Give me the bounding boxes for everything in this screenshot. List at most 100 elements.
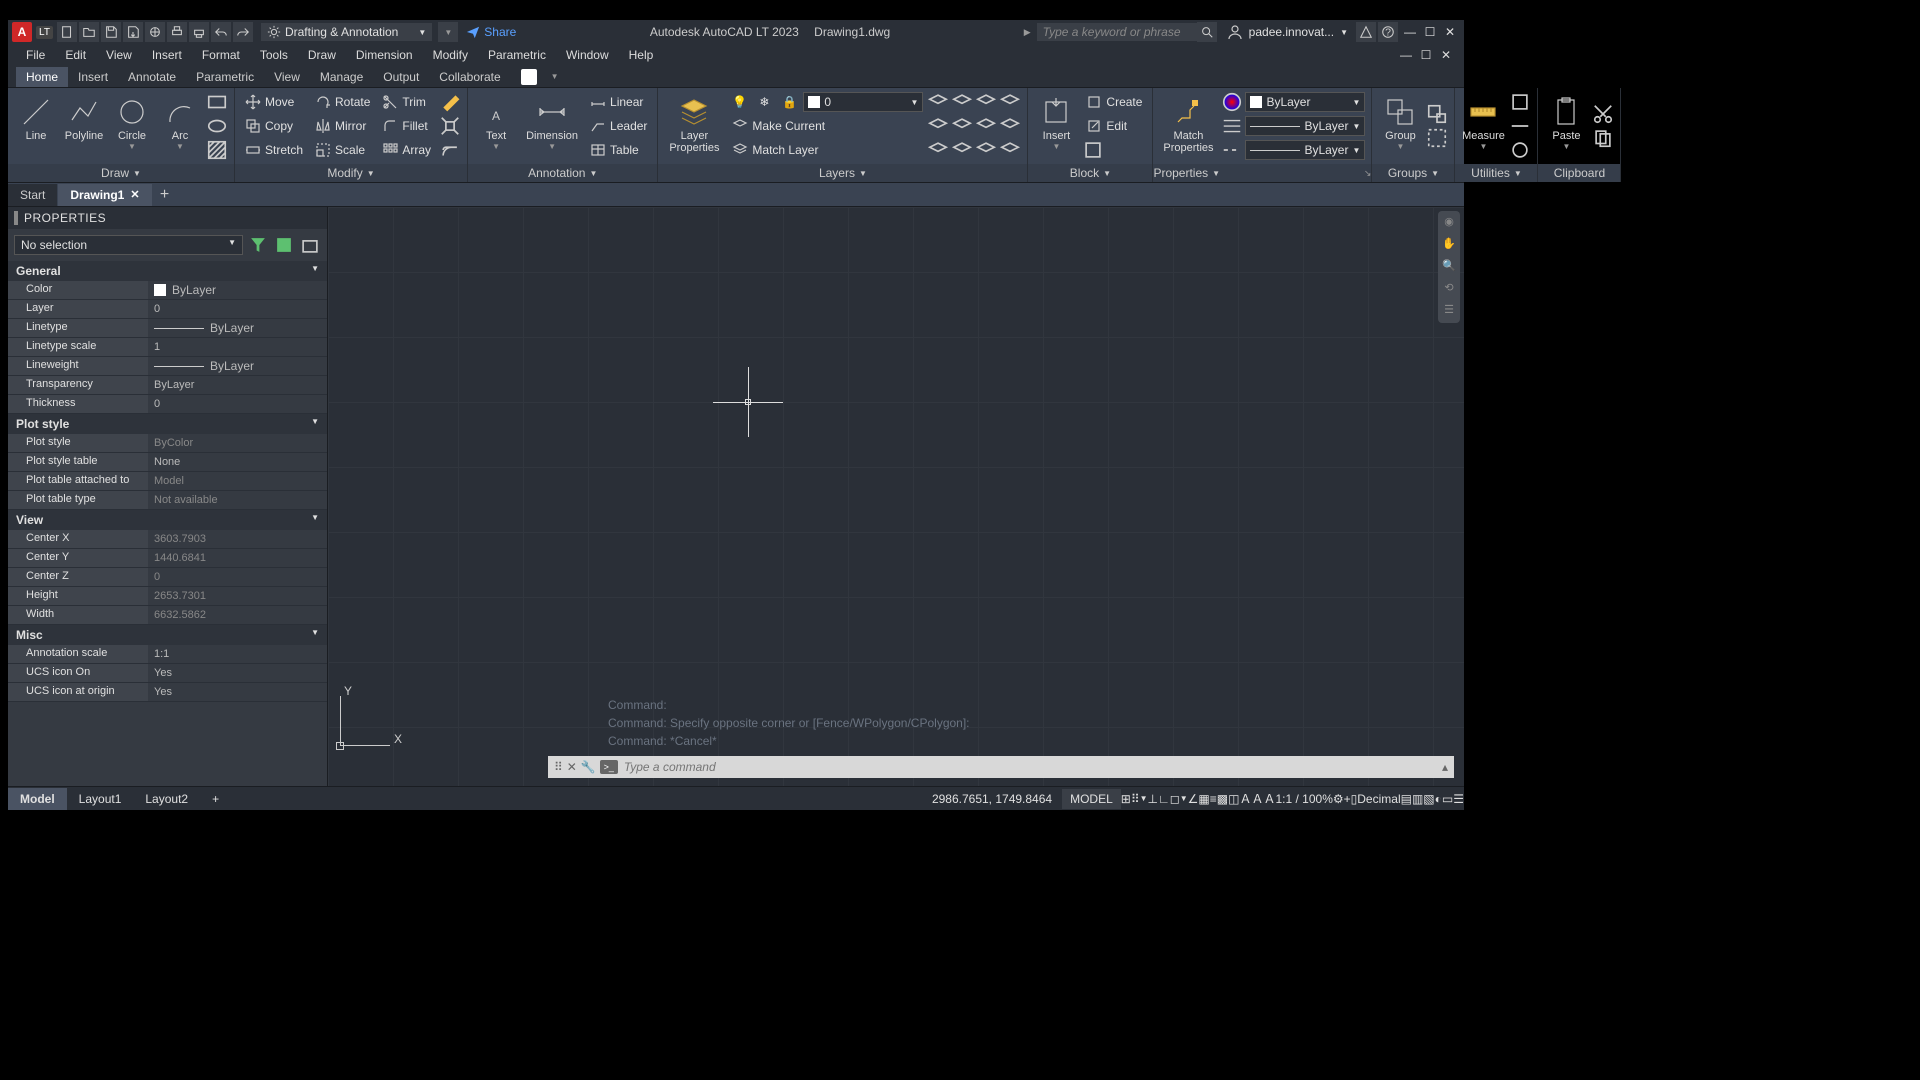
menu-tools[interactable]: Tools: [250, 48, 298, 62]
menu-window[interactable]: Window: [556, 48, 619, 62]
scale-button[interactable]: Scale: [311, 140, 374, 160]
featured-apps-icon[interactable]: [521, 69, 537, 85]
linear-button[interactable]: Linear: [586, 92, 651, 112]
saveas-icon[interactable]: [123, 22, 143, 42]
util-icon-2[interactable]: [1509, 116, 1531, 136]
pickadd-icon[interactable]: [273, 235, 295, 255]
redo-icon[interactable]: [233, 22, 253, 42]
menu-draw[interactable]: Draw: [298, 48, 346, 62]
layer-freeze-icon[interactable]: ❄: [753, 92, 775, 112]
minimize-button[interactable]: —: [1400, 22, 1420, 42]
ribbon-tab-insert[interactable]: Insert: [68, 67, 118, 87]
status-units[interactable]: Decimal: [1357, 792, 1400, 806]
lock-status-icon[interactable]: ▥: [1412, 792, 1423, 806]
quickselect-icon[interactable]: [247, 235, 269, 255]
tab-start[interactable]: Start: [8, 184, 57, 206]
dynamic-icon[interactable]: ◫: [1228, 792, 1239, 806]
layer-dropdown[interactable]: 0▼: [803, 92, 923, 112]
linetype-dropdown[interactable]: ByLayer▼: [1245, 140, 1365, 160]
measure-button[interactable]: Measure▼: [1461, 94, 1505, 158]
text-button[interactable]: AText▼: [474, 94, 518, 158]
util-icon-1[interactable]: [1509, 92, 1531, 112]
ribbon-tab-collaborate[interactable]: Collaborate: [429, 67, 510, 87]
ribbon-tab-manage[interactable]: Manage: [310, 67, 373, 87]
ellipse-icon[interactable]: [206, 116, 228, 136]
polar-icon[interactable]: ∟: [1158, 792, 1170, 806]
cut-icon[interactable]: [1592, 104, 1614, 124]
create-button[interactable]: Create: [1082, 92, 1146, 112]
ribbon-tabs-menu[interactable]: ▼: [541, 69, 569, 84]
status-menu-1[interactable]: ▼: [1140, 794, 1148, 803]
autodesk-app-icon[interactable]: [1356, 22, 1376, 42]
save-icon[interactable]: [101, 22, 121, 42]
cycle-icon[interactable]: ▩: [1217, 792, 1228, 806]
layout-tab-model[interactable]: Model: [8, 788, 67, 810]
lineweight-dropdown[interactable]: ByLayer▼: [1245, 116, 1365, 136]
dimension-button[interactable]: Dimension▼: [522, 94, 582, 158]
layer-icon-9[interactable]: [927, 140, 949, 160]
erase-icon[interactable]: [439, 92, 461, 112]
nav-menu-icon[interactable]: ☰: [1441, 303, 1457, 319]
menu-edit[interactable]: Edit: [55, 48, 96, 62]
selection-dropdown[interactable]: No selection▼: [14, 235, 243, 255]
ribbon-tab-view[interactable]: View: [264, 67, 310, 87]
undo-icon[interactable]: [211, 22, 231, 42]
vp-icon[interactable]: ▯: [1351, 792, 1358, 806]
command-input[interactable]: [624, 760, 1442, 774]
copy-clip-icon[interactable]: [1592, 128, 1614, 148]
help-icon[interactable]: ?: [1378, 22, 1398, 42]
menu-parametric[interactable]: Parametric: [478, 48, 556, 62]
color-picker-icon[interactable]: [1221, 92, 1243, 112]
paste-button[interactable]: Paste▼: [1544, 94, 1588, 158]
menu-dimension[interactable]: Dimension: [346, 48, 423, 62]
section-plotstyle[interactable]: Plot style▼: [8, 414, 327, 434]
doc-maximize-button[interactable]: ☐: [1416, 45, 1436, 65]
section-misc[interactable]: Misc▼: [8, 625, 327, 645]
layer-icon-4[interactable]: [999, 92, 1021, 112]
menu-help[interactable]: Help: [619, 48, 664, 62]
move-button[interactable]: Move: [241, 92, 307, 112]
match-layer-button[interactable]: Match Layer: [728, 140, 923, 160]
table-button[interactable]: Table: [586, 140, 651, 160]
match-properties-button[interactable]: Match Properties: [1159, 94, 1217, 158]
clean-icon[interactable]: ▭: [1442, 792, 1453, 806]
mirror-button[interactable]: Mirror: [311, 116, 374, 136]
ortho-icon[interactable]: ⊥: [1148, 792, 1158, 806]
menu-view[interactable]: View: [96, 48, 142, 62]
array-button[interactable]: Array: [378, 140, 435, 160]
layer-icon-11[interactable]: [975, 140, 997, 160]
layer-icon-1[interactable]: [927, 92, 949, 112]
lineweight-icon[interactable]: [1221, 116, 1243, 136]
nav-wheel-icon[interactable]: ◉: [1441, 215, 1457, 231]
otrack-icon[interactable]: ∠: [1188, 792, 1199, 806]
layer-icon-12[interactable]: [999, 140, 1021, 160]
search-input[interactable]: Type a keyword or phrase: [1037, 23, 1197, 41]
ungroup-icon[interactable]: [1426, 104, 1448, 124]
selectobjects-icon[interactable]: [299, 235, 321, 255]
nav-pan-icon[interactable]: ✋: [1441, 237, 1457, 253]
share-button[interactable]: Share: [466, 25, 516, 39]
rotate-button[interactable]: Rotate: [311, 92, 374, 112]
isolate-icon[interactable]: ▧: [1423, 792, 1434, 806]
anno2-icon[interactable]: Ａ: [1251, 790, 1263, 807]
doc-minimize-button[interactable]: —: [1396, 45, 1416, 65]
search-icon[interactable]: [1197, 22, 1217, 42]
transparency-icon[interactable]: ≡: [1210, 792, 1217, 806]
line-button[interactable]: Line: [14, 94, 58, 158]
fillet-button[interactable]: Fillet: [378, 116, 435, 136]
cmd-customize-icon[interactable]: 🔧: [581, 760, 596, 774]
insert-button[interactable]: Insert▼: [1034, 94, 1078, 158]
workspace-dropdown[interactable]: Drafting & Annotation ▼: [261, 23, 432, 41]
section-general[interactable]: General▼: [8, 261, 327, 281]
status-scale[interactable]: 1:1 / 100%: [1276, 792, 1333, 806]
layout-tab-2[interactable]: Layout2: [133, 788, 200, 810]
hatch-icon[interactable]: [206, 140, 228, 160]
layer-icon-5[interactable]: [927, 116, 949, 136]
ribbon-tab-parametric[interactable]: Parametric: [186, 67, 264, 87]
cmd-grip-icon[interactable]: ⠿: [554, 760, 563, 774]
close-button[interactable]: ✕: [1440, 22, 1460, 42]
user-name[interactable]: padee.innovat...: [1249, 25, 1334, 39]
polyline-button[interactable]: Polyline: [62, 94, 106, 158]
layer-icon-3[interactable]: [975, 92, 997, 112]
ribbon-tab-output[interactable]: Output: [373, 67, 429, 87]
